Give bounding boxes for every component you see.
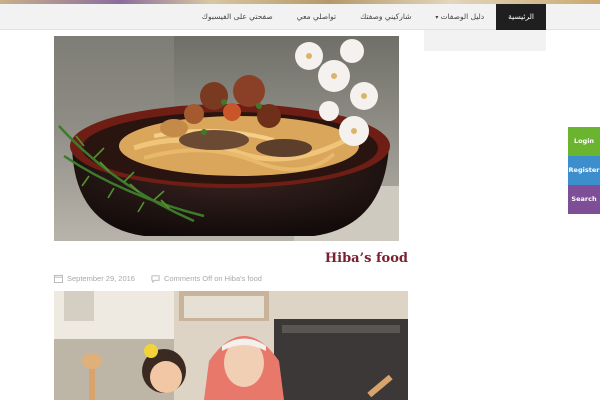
nav-item-recipes-guide[interactable]: دليل الوصفات▾	[423, 4, 496, 30]
calendar-icon	[54, 274, 63, 283]
nav-item-home[interactable]: الرئيسية	[496, 4, 546, 30]
post-meta: September 29, 2016 Comments Off on Hiba'…	[54, 272, 262, 284]
post-date[interactable]: September 29, 2016	[67, 274, 135, 283]
post-comments-status: Comments Off on Hiba's food	[163, 273, 262, 283]
chevron-down-icon: ▾	[435, 14, 439, 21]
post-content-image	[54, 291, 408, 400]
comment-bubble-icon	[151, 274, 160, 283]
login-button[interactable]: Login	[568, 127, 600, 156]
nav-item-facebook[interactable]: صفحتي على الفيسبوك	[190, 4, 285, 30]
post-featured-image[interactable]	[54, 36, 399, 241]
pasta-pot-illustration	[54, 36, 399, 241]
sidebar-widget	[424, 30, 546, 51]
kitchen-photo-illustration	[54, 291, 408, 400]
search-button[interactable]: Search	[568, 185, 600, 214]
nav-menu: الرئيسية دليل الوصفات▾ شاركيني وصفتك توا…	[190, 4, 546, 30]
nav-item-contact[interactable]: تواصلي معي	[285, 4, 348, 30]
nav-item-share-recipe[interactable]: شاركيني وصفتك	[348, 4, 423, 30]
post-title[interactable]: Hiba’s food	[54, 251, 408, 266]
register-button[interactable]: Register	[568, 156, 600, 185]
main-navbar: الرئيسية دليل الوصفات▾ شاركيني وصفتك توا…	[0, 4, 600, 30]
